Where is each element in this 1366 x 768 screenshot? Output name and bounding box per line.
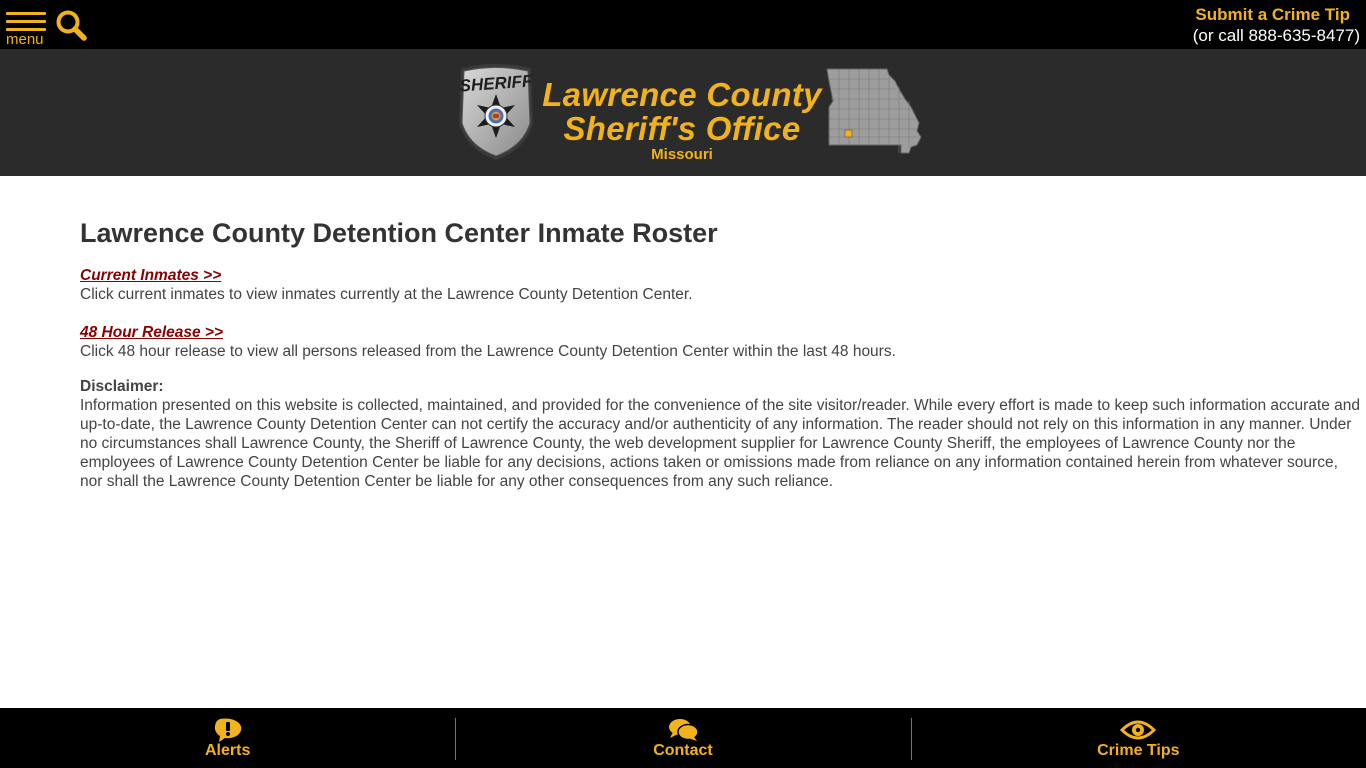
menu-label: menu <box>6 31 44 48</box>
nav-contact-label: Contact <box>653 742 713 759</box>
exclamation-bubble-icon <box>214 718 241 742</box>
hamburger-icon-line <box>6 20 46 23</box>
disclaimer-text: Information presented on this website is… <box>80 397 1361 490</box>
crime-tip-phone[interactable]: (or call 888-635-8477) <box>1193 25 1360 47</box>
search-icon <box>56 10 87 41</box>
disclaimer-section: Disclaimer: Information presented on thi… <box>80 377 1362 491</box>
crime-tip-area: Submit a Crime Tip (or call 888-635-8477… <box>1193 5 1360 47</box>
top-bar: menu Submit a Crime Tip (or call 888-635… <box>0 0 1366 49</box>
submit-crime-tip-link[interactable]: Submit a Crime Tip <box>1193 5 1350 25</box>
site-title-line-1: Lawrence County <box>542 76 822 113</box>
main-content: Lawrence County Detention Center Inmate … <box>80 216 1362 491</box>
nav-contact[interactable]: Contact <box>455 708 910 768</box>
nav-alerts[interactable]: Alerts <box>0 708 455 768</box>
chat-bubbles-icon <box>668 719 699 741</box>
release-section: 48 Hour Release >> Click 48 hour release… <box>80 323 1362 361</box>
site-title-line-2: Sheriff's Office <box>563 110 801 147</box>
sheriff-badge-logo[interactable]: SHERIFF <box>455 62 537 162</box>
nav-alerts-label: Alerts <box>204 742 251 759</box>
menu-button[interactable]: menu <box>5 10 47 48</box>
eye-icon <box>1120 720 1157 740</box>
disclaimer-heading: Disclaimer: <box>80 378 164 395</box>
site-title[interactable]: Lawrence County Sheriff's Office Missour… <box>542 78 822 164</box>
hamburger-icon <box>6 12 46 15</box>
current-inmates-description: Click current inmates to view inmates cu… <box>80 286 693 303</box>
current-inmates-section: Current Inmates >> Click current inmates… <box>80 266 1362 304</box>
search-button[interactable] <box>55 9 89 43</box>
nav-crime-tips-label: Crime Tips <box>1097 742 1180 759</box>
current-inmates-link[interactable]: Current Inmates >> <box>80 266 221 285</box>
missouri-map-icon <box>826 68 922 154</box>
nav-crime-tips[interactable]: Crime Tips <box>910 708 1366 768</box>
48-hour-release-link[interactable]: 48 Hour Release >> <box>80 323 223 342</box>
page-title: Lawrence County Detention Center Inmate … <box>80 218 718 248</box>
bottom-nav: Alerts Contact Crime Tips <box>0 708 1366 768</box>
site-state: Missouri <box>651 146 713 163</box>
48-hour-release-description: Click 48 hour release to view all person… <box>80 343 896 360</box>
